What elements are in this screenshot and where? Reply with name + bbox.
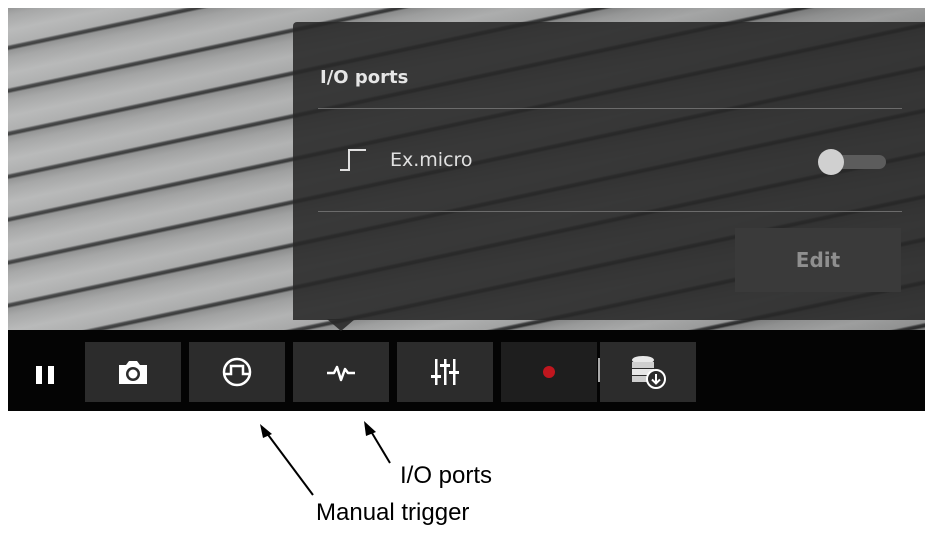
toggle-knob <box>818 149 844 175</box>
io-ports-annotation: I/O ports <box>400 462 493 489</box>
edit-button[interactable]: Edit <box>735 228 901 292</box>
divider <box>318 211 902 212</box>
io-ports-panel: I/O ports Ex.micro Edit <box>293 22 925 320</box>
divider <box>318 108 902 109</box>
panel-title: I/O ports <box>320 67 409 88</box>
manual-trigger-arrow <box>265 431 314 496</box>
input-port-icon <box>340 149 366 171</box>
port-toggle[interactable] <box>818 149 886 175</box>
port-label: Ex.micro <box>390 149 473 171</box>
panel-caret <box>327 319 355 331</box>
manual-trigger-annotation: Manual trigger <box>316 499 470 526</box>
